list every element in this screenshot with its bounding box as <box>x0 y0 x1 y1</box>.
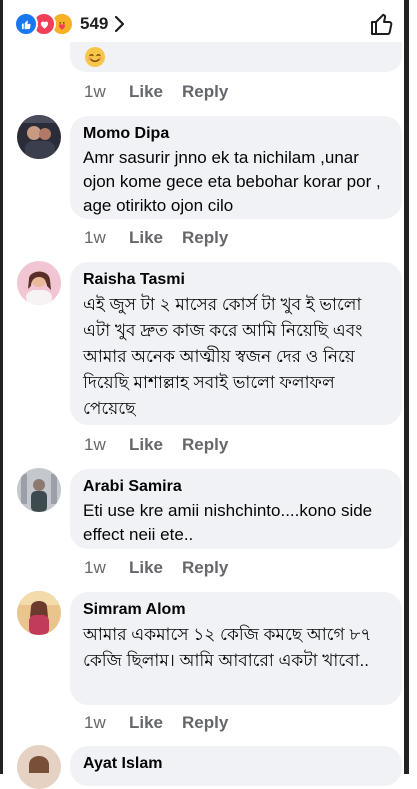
like-comment-button[interactable]: Like <box>129 228 182 248</box>
comment-time: 1w <box>84 558 106 577</box>
comment-bubble: Raisha Tasmi এই জুস টা ২ মাসের কোর্স টা … <box>70 262 402 425</box>
reaction-count: 549 <box>80 14 109 33</box>
commenter-name[interactable]: Arabi Samira <box>83 477 390 497</box>
comment-actions: 1w Like Reply <box>84 82 228 102</box>
like-icon <box>14 12 38 36</box>
avatar[interactable] <box>17 261 61 305</box>
reply-comment-button[interactable]: Reply <box>182 713 228 733</box>
comment-bubble: Momo Dipa Amr sasurir jnno ek ta nichila… <box>70 116 402 219</box>
comment-actions: 1w Like Reply <box>84 228 228 248</box>
avatar[interactable] <box>17 745 61 789</box>
reply-comment-button[interactable]: Reply <box>182 435 228 455</box>
avatar[interactable] <box>17 468 61 512</box>
like-comment-button[interactable]: Like <box>129 558 182 578</box>
thumbs-up-icon <box>371 13 393 35</box>
comment-bubble: Simram Alom আমার একমাসে ১২ কেজি কমছে আগে… <box>70 592 402 705</box>
like-comment-button[interactable]: Like <box>129 435 182 455</box>
comment-text: Eti use kre amii nishchinto....kono side… <box>83 501 373 544</box>
reply-comment-button[interactable]: Reply <box>182 82 228 102</box>
reply-comment-button[interactable]: Reply <box>182 558 228 578</box>
commenter-name[interactable]: Simram Alom <box>83 600 390 620</box>
commenter-name[interactable]: Momo Dipa <box>83 124 390 144</box>
comment-text: এই জুস টা ২ মাসের কোর্স টা খুব ই ভালো এট… <box>83 295 363 418</box>
comment-bubble: Arabi Samira Eti use kre amii nishchinto… <box>70 469 402 549</box>
comment-bubble: Ayat Islam <box>70 746 402 786</box>
avatar[interactable] <box>17 591 61 635</box>
comment-actions: 1w Like Reply <box>84 713 228 733</box>
comment-time: 1w <box>84 82 106 101</box>
avatar[interactable] <box>17 115 61 159</box>
like-comment-button[interactable]: Like <box>129 713 182 733</box>
commenter-name[interactable]: Raisha Tasmi <box>83 270 390 290</box>
comment-actions: 1w Like Reply <box>84 435 228 455</box>
comment-text: Amr sasurir jnno ek ta nichilam ,unar oj… <box>83 148 381 215</box>
reply-comment-button[interactable]: Reply <box>182 228 228 248</box>
comment-actions: 1w Like Reply <box>84 558 228 578</box>
like-comment-button[interactable]: Like <box>129 82 182 102</box>
comment-time: 1w <box>84 435 106 454</box>
previous-comment-bubble <box>70 42 402 72</box>
reaction-summary[interactable]: 549 <box>14 12 126 36</box>
commenter-name[interactable]: Ayat Islam <box>83 754 390 774</box>
comment-text: আমার একমাসে ১২ কেজি কমছে আগে ৮৭ কেজি ছিল… <box>83 625 372 670</box>
chevron-right-icon <box>114 15 126 33</box>
comment-time: 1w <box>84 713 106 732</box>
comment-time: 1w <box>84 228 106 247</box>
like-post-button[interactable] <box>369 11 395 37</box>
smiling-emoji-icon <box>84 46 106 73</box>
